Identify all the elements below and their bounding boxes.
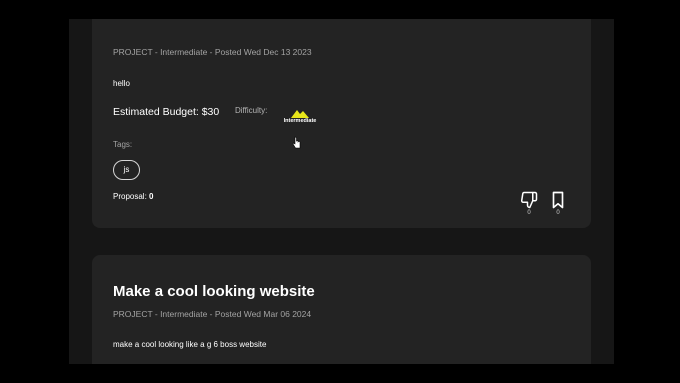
bookmark-icon — [549, 191, 567, 209]
bottom-letterbox — [0, 364, 680, 383]
dislike-count: 0 — [527, 210, 531, 216]
project-card: PROJECT - Intermediate - Posted Wed Dec … — [92, 19, 591, 228]
mountain-icon — [280, 109, 320, 118]
project-description: hello — [113, 79, 130, 88]
project-meta: PROJECT - Intermediate - Posted Wed Dec … — [113, 47, 312, 57]
estimated-budget: Estimated Budget: $30 — [113, 106, 220, 118]
proposal-label: Proposal: — [113, 192, 147, 201]
proposal-count: Proposal: 0 — [113, 192, 153, 201]
tag-chip[interactable]: js — [113, 160, 140, 180]
project-card: Make a cool looking website PROJECT - In… — [92, 255, 591, 364]
difficulty-badge: Intermediate — [280, 109, 320, 124]
project-feed: PROJECT - Intermediate - Posted Wed Dec … — [69, 19, 614, 364]
dislike-button[interactable]: 0 — [520, 191, 538, 216]
thumbs-down-icon — [520, 191, 538, 209]
difficulty-value: Intermediate — [283, 118, 317, 124]
cursor-icon — [292, 136, 301, 154]
project-meta: PROJECT - Intermediate - Posted Wed Mar … — [113, 309, 312, 319]
bookmark-button[interactable]: 0 — [549, 191, 567, 216]
project-title[interactable]: Make a cool looking website — [113, 283, 315, 300]
proposal-value: 0 — [149, 192, 154, 201]
top-letterbox — [0, 0, 680, 19]
difficulty-label: Difficulty: — [235, 106, 268, 115]
bookmark-count: 0 — [556, 210, 560, 216]
project-description: make a cool looking like a g 6 boss webs… — [113, 340, 267, 349]
tags-label: Tags: — [113, 140, 133, 149]
